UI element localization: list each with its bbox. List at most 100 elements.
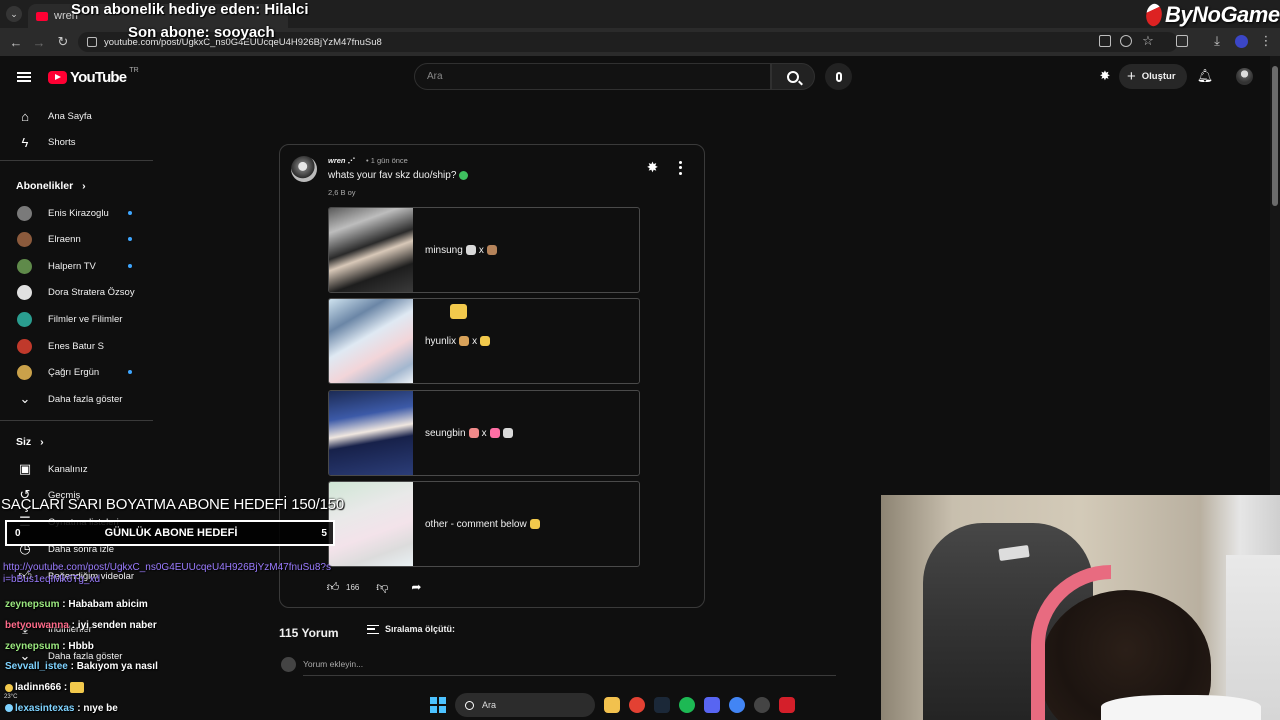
sidebar-item-channel[interactable]: Filmler ve Filimler [0, 306, 153, 332]
share-icon[interactable]: ➦ [409, 580, 423, 594]
sidebar-item-home[interactable]: ⌂ Ana Sayfa [0, 103, 153, 129]
chat-message: lexasintexas : nıye be [5, 703, 118, 714]
home-icon: ⌂ [21, 108, 29, 124]
comment-input-underline [303, 675, 836, 676]
chevron-right-icon: › [40, 436, 44, 448]
tab-search-button[interactable]: ⌄ [6, 6, 22, 22]
poll-option-hyunlix[interactable]: hyunlix x [328, 298, 640, 384]
create-button[interactable]: + Oluştur [1119, 64, 1187, 89]
youtube-favicon-icon [36, 11, 48, 21]
sidebar-item-channel[interactable]: Enis Kirazoglu [0, 200, 153, 226]
account-avatar[interactable] [1236, 68, 1253, 85]
poll-option-text: hyunlix x [425, 299, 491, 383]
poll-option-text: minsung x [425, 208, 497, 292]
chat-message: betyouwanna : iyi senden naber [5, 620, 157, 631]
poll-option-other[interactable]: other - comment below [328, 481, 640, 567]
site-info-icon[interactable] [87, 37, 97, 47]
sidebar-item-channel[interactable]: Halpern TV [0, 253, 153, 279]
reload-icon[interactable]: ↻ [55, 34, 71, 50]
chat-message: Sevvall_istee : Bakıyom ya nasıl [5, 661, 158, 672]
chat-text: : [61, 682, 71, 694]
laughing-emote-icon [70, 682, 85, 693]
stream-app-icon[interactable] [779, 697, 795, 713]
sidebar-item-shorts[interactable]: ϟ Shorts [0, 129, 153, 155]
chat-username: ladinn666 [15, 682, 62, 694]
youtube-logo[interactable]: YouTube TR [48, 67, 139, 86]
bynogame-flame-icon [1142, 1, 1166, 29]
install-app-icon[interactable] [1099, 35, 1111, 47]
bookmark-star-icon[interactable]: ☆ [1140, 33, 1156, 49]
chat-text: : Hababam abicim [59, 599, 148, 610]
premium-badge-icon[interactable]: ✸ [1097, 68, 1113, 84]
poll-option-image [329, 391, 413, 475]
chat-username: zeynepsum [5, 599, 60, 610]
back-icon[interactable]: ← [8, 34, 24, 50]
file-explorer-icon[interactable] [604, 697, 620, 713]
channel-icon: ▣ [18, 461, 32, 476]
chat-message: zeynepsum : Hbbb [5, 641, 94, 652]
channel-avatar [17, 338, 32, 354]
chrome-profile-icon[interactable] [729, 697, 745, 713]
search-icon [465, 700, 474, 710]
goal-bar-start: 0 [15, 527, 21, 539]
new-content-dot [128, 211, 132, 215]
sidebar-item-channel[interactable]: Dora Stratera Özsoy [0, 279, 153, 305]
obs-icon[interactable] [754, 697, 770, 713]
sidebar-item-channel[interactable]: Çağrı Ergün [0, 359, 153, 385]
chrome-icon[interactable] [629, 697, 645, 713]
youtube-play-icon [48, 71, 67, 84]
notifications-bell-icon[interactable]: 🔔︎ [1197, 68, 1214, 84]
add-comment-input[interactable]: Yorum ekleyin... [303, 659, 363, 669]
hide-icon[interactable] [1120, 35, 1132, 47]
guide-menu-icon[interactable] [17, 72, 31, 82]
sort-comments-button[interactable]: Sıralama ölçütü: [367, 624, 455, 634]
page-scrollbar-thumb[interactable] [1272, 66, 1278, 206]
chat-text: : Hbbb [59, 641, 94, 652]
goal-bar-end: 5 [321, 527, 327, 539]
chat-username: zeynepsum [5, 641, 60, 652]
voice-search-button[interactable] [825, 63, 852, 90]
squirrel-emoji-icon [486, 245, 497, 255]
post-timestamp[interactable]: • 1 gün önce [366, 156, 408, 165]
bynogame-logo: ByNoGame [1142, 1, 1280, 29]
forward-icon[interactable]: → [31, 34, 47, 50]
poll-option-seungbin[interactable]: seungbin x [328, 390, 640, 476]
post-more-options-icon[interactable] [673, 160, 687, 176]
windows-taskbar: Ara [430, 690, 850, 720]
sidebar-item-channel[interactable]: Enes Batur S [0, 333, 153, 359]
windows-start-icon[interactable] [430, 697, 446, 713]
post-author-name[interactable]: wren ⋰ [328, 156, 355, 165]
search-button[interactable] [771, 63, 815, 90]
poll-option-x: x [472, 335, 478, 347]
taskbar-search[interactable]: Ara [455, 693, 595, 717]
you-header[interactable]: Siz › [16, 436, 44, 448]
subscriptions-header[interactable]: Abonelikler › [16, 180, 86, 192]
dislike-icon[interactable]: 👎︎ [375, 580, 389, 594]
spotify-icon[interactable] [679, 697, 695, 713]
post-actions: 👍︎ 166 👎︎ ➦ [326, 580, 423, 595]
poll-option-minsung[interactable]: minsung x [328, 207, 640, 293]
microphone-icon [835, 71, 842, 82]
country-code: TR [129, 67, 139, 74]
browser-menu-icon[interactable]: ⋮ [1258, 33, 1274, 49]
chat-link-message: http://youtube.com/post/UgkxC_ns0G4EUUcq… [3, 562, 331, 585]
daily-sub-goal-bar: 0 GÜNLÜK ABONE HEDEFİ 5 [5, 520, 335, 546]
search-input[interactable]: Ara [414, 63, 771, 90]
chat-message: zeynepsum : Hababam abicim [5, 599, 148, 610]
poll-option-label: other - comment below [425, 518, 527, 530]
sidebar-item-label: Kanalınız [48, 463, 88, 475]
sidebar-item-channel[interactable]: Elraenn [0, 226, 153, 252]
download-icon[interactable]: ⤓ [1209, 33, 1225, 49]
last-sub-overlay: Son abone: sooyach [128, 24, 275, 41]
member-badge-icon[interactable]: ✸ [645, 159, 660, 175]
sidebar-item-your-channel[interactable]: ▣ Kanalınız [0, 456, 153, 482]
discord-icon[interactable] [704, 697, 720, 713]
browser-profile-avatar[interactable] [1235, 35, 1248, 48]
extensions-icon[interactable] [1176, 35, 1188, 47]
post-author-avatar[interactable] [291, 156, 317, 182]
plus-icon: + [1127, 68, 1136, 85]
bynogame-wordmark: ByNoGame [1165, 2, 1280, 27]
comment-count: 115 Yorum [279, 626, 339, 640]
sidebar-show-more[interactable]: ⌄ Daha fazla göster [0, 386, 153, 412]
steam-icon[interactable] [654, 697, 670, 713]
